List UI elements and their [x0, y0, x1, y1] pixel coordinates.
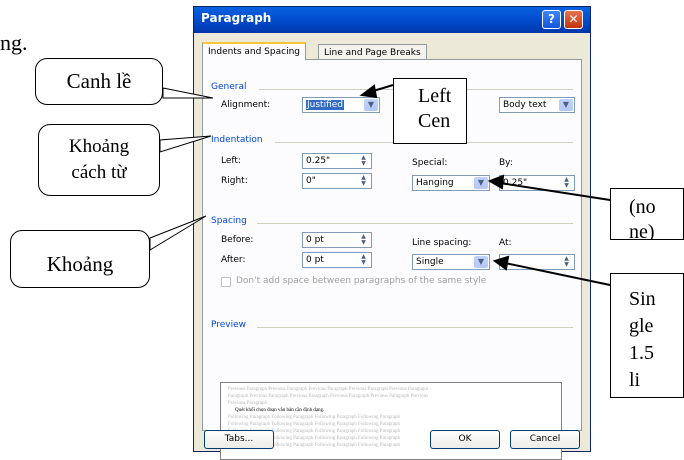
callout-no-text: (no: [629, 196, 656, 218]
callout-1-5-text: 1.5: [629, 342, 654, 364]
callout-ne-text: ne): [629, 221, 655, 240]
callout-khoang-text: Khoảng: [46, 252, 114, 276]
callout-khoang: Khoảng: [10, 230, 150, 288]
callout-gle-text: gle: [629, 315, 654, 337]
callout-line-spacing-options: Sin gle 1.5 li: [610, 273, 684, 398]
callout-sin-text: Sin: [629, 288, 656, 310]
callout-special-options: (no ne): [610, 188, 684, 240]
callout-canh-le: Canh lề: [35, 58, 163, 105]
callout-canh-le-text: Canh lề: [66, 69, 132, 93]
callout-khoang-cach-line1: Khoảng: [68, 136, 130, 157]
callout-cen-text: Cen: [418, 110, 451, 132]
callout-li-text: li: [629, 369, 641, 391]
callout-khoang-cach: Khoảng cách từ: [38, 124, 160, 196]
callout-alignment-options: Left Cen: [393, 78, 467, 144]
callout-khoang-cach-line2: cách từ: [71, 162, 127, 183]
callout-left-text: Left: [418, 85, 452, 107]
tab-indents-and-spacing[interactable]: Indents and Spacing: [202, 42, 306, 60]
